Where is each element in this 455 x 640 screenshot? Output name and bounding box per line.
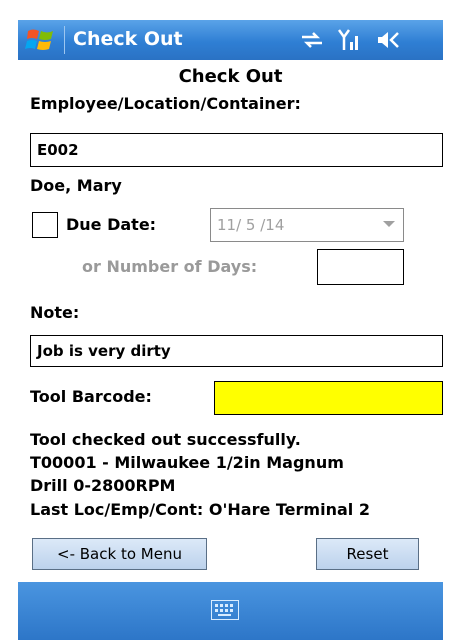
due-date-value: 11/ 5 /14 [217, 216, 285, 234]
right-edge [443, 0, 455, 640]
windows-start-icon[interactable] [24, 25, 58, 55]
keyboard-icon[interactable] [211, 600, 239, 620]
signal-icon[interactable] [338, 28, 362, 52]
barcode-input[interactable] [214, 381, 443, 415]
note-input[interactable]: Job is very dirty [30, 335, 443, 367]
employee-input[interactable]: E002 [30, 133, 443, 167]
status-line-4: Last Loc/Emp/Cont: O'Hare Terminal 2 [30, 500, 370, 519]
left-edge [0, 0, 18, 640]
window-title: Check Out [73, 28, 183, 50]
title-separator [64, 26, 65, 54]
chevron-down-icon [383, 221, 395, 227]
due-date-dropdown[interactable]: 11/ 5 /14 [210, 208, 404, 242]
title-bar: Check Out [18, 20, 443, 60]
note-label: Note: [30, 303, 80, 322]
due-date-label: Due Date: [66, 215, 157, 234]
status-line-3: Drill 0-2800RPM [30, 476, 176, 495]
form-heading: Check Out [178, 66, 283, 87]
reset-button[interactable]: Reset [316, 538, 419, 570]
employee-name: Doe, Mary [30, 176, 122, 195]
days-label: or Number of Days: [82, 257, 258, 276]
status-icons [300, 27, 402, 53]
barcode-label: Tool Barcode: [30, 387, 152, 406]
volume-icon[interactable] [376, 29, 402, 51]
device-screen: Check Out Check Out Employee/Location/Co… [0, 0, 455, 640]
days-input[interactable] [317, 249, 404, 285]
connectivity-icon[interactable] [300, 30, 324, 50]
check-out-form: Check Out Employee/Location/Container: E… [18, 60, 443, 582]
back-to-menu-button[interactable]: <- Back to Menu [32, 538, 207, 570]
due-date-checkbox[interactable] [32, 212, 58, 238]
status-line-1: Tool checked out successfully. [30, 430, 301, 449]
employee-label: Employee/Location/Container: [30, 94, 301, 113]
soft-key-bar [18, 582, 443, 640]
status-line-2: T00001 - Milwaukee 1/2in Magnum [30, 453, 344, 472]
